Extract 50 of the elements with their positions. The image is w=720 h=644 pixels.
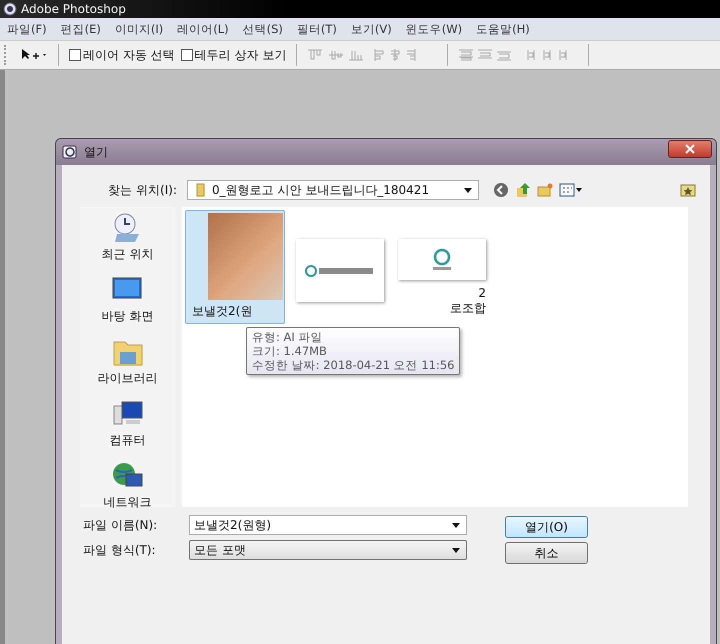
- tooltip-line: 유형: AI 파일: [252, 330, 324, 344]
- menu-item[interactable]: 윈도우(W): [398, 22, 470, 36]
- checkbox-label: 레이어 자동 선택: [83, 46, 175, 64]
- file-name-label: 로조합: [450, 300, 486, 317]
- close-icon: [685, 144, 695, 154]
- file-name-label: 보낼것2(원: [192, 303, 254, 320]
- place-label[interactable]: 네트워크: [104, 494, 152, 511]
- menu-item[interactable]: 선택(S): [236, 22, 290, 36]
- menu-item[interactable]: 편집(E): [54, 22, 108, 36]
- place-label[interactable]: 최근 위치: [102, 246, 154, 263]
- place-label[interactable]: 바탕 화면: [102, 308, 154, 325]
- file-type-label: 파일 형식(T):: [82, 542, 157, 558]
- file-type-dropdown[interactable]: 모든 포맷: [189, 540, 467, 560]
- caret-icon: [452, 522, 460, 528]
- new-folder-icon[interactable]: [537, 182, 553, 198]
- menu-item[interactable]: 이미지(I): [108, 22, 170, 36]
- menu-item[interactable]: 파일(F): [0, 22, 54, 36]
- view-menu-icon[interactable]: [559, 182, 583, 198]
- dialog-icon: [62, 144, 78, 160]
- favorite-folder-icon[interactable]: [680, 182, 696, 198]
- file-name-label: 파일 이름(N):: [82, 516, 158, 534]
- app-icon: [3, 2, 17, 16]
- move-tool-icon[interactable]: [20, 48, 48, 62]
- place-label[interactable]: 라이브러리: [98, 370, 158, 387]
- caret-icon: [464, 188, 472, 192]
- menu-item[interactable]: 도움말(H): [469, 22, 537, 36]
- look-in-label: 찾는 위치(I):: [107, 182, 177, 198]
- file-name-field[interactable]: 보낼것2(원형): [189, 515, 467, 535]
- checkbox-label: 테두리 상자 보기: [194, 46, 286, 64]
- back-icon[interactable]: [493, 182, 509, 198]
- close-button[interactable]: [668, 140, 712, 158]
- checkbox[interactable]: [180, 49, 193, 61]
- tooltip-line: 크기: 1.47MB: [252, 344, 328, 358]
- open-button[interactable]: 열기(O): [505, 516, 588, 538]
- tooltip-line: 수정한 날짜: 2018-04-21 오전 11:56: [252, 358, 454, 372]
- app-title: Adobe Photoshop: [21, 2, 126, 16]
- file-item[interactable]: 2 로조합: [394, 210, 489, 324]
- file-name-label: 2: [478, 286, 486, 300]
- look-in-dropdown[interactable]: 0_원형로고 시안 보내드립니다_180421: [187, 180, 479, 200]
- file-item[interactable]: 보낼것2(원: [185, 210, 285, 324]
- up-folder-icon[interactable]: [515, 182, 531, 198]
- caret-icon: [452, 548, 460, 552]
- menu-item[interactable]: 필터(T): [290, 22, 344, 36]
- dialog-title: 열기: [84, 144, 108, 160]
- cancel-button[interactable]: 취소: [505, 542, 588, 564]
- place-label[interactable]: 컴퓨터: [110, 432, 146, 449]
- checkbox[interactable]: [69, 49, 81, 61]
- menu-item[interactable]: 레이어(L): [170, 22, 236, 36]
- toolbar-grip: [4, 45, 8, 65]
- menu-item[interactable]: 보기(V): [344, 22, 399, 36]
